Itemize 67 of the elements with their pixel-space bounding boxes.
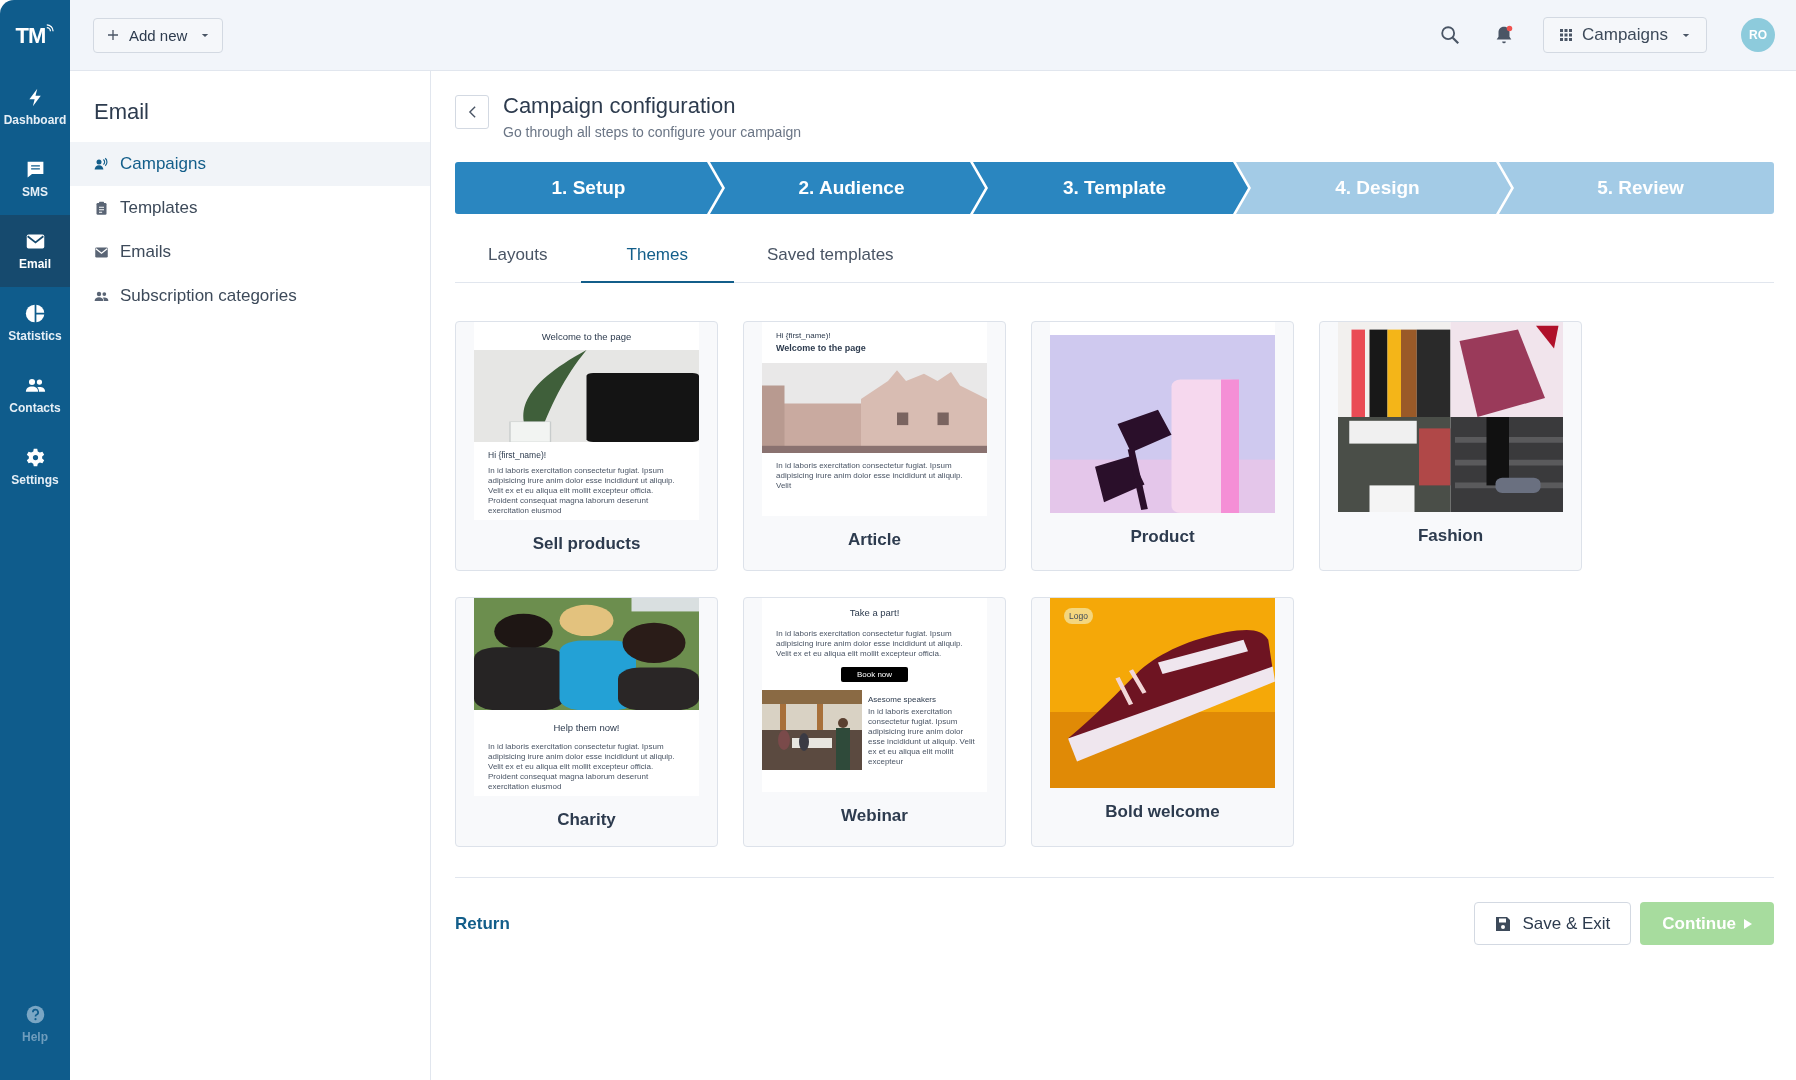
nav-item[interactable]: Dashboard (0, 71, 70, 143)
theme-name: Sell products (532, 534, 641, 554)
theme-name: Webinar (841, 806, 908, 826)
theme-card[interactable]: Logo Bold welcome (1031, 597, 1294, 847)
logo-badge: Logo (1064, 608, 1093, 624)
preview-heading: Take a part! (848, 606, 901, 620)
tab[interactable]: Saved templates (733, 230, 927, 283)
theme-card[interactable]: Hi {first_name)! Welcome to the page In id laboris exercitation consectetur fugiat. Ipsum adipisicing irure anim dolor esse incididunt ut aliquip. Velit Article (743, 321, 1006, 571)
step: 3. Template (973, 162, 1248, 214)
theme-card[interactable] (455, 597, 718, 847)
page-subtitle: Go through all steps to configure your campaign (503, 124, 802, 140)
nav-item[interactable]: Statistics (0, 287, 70, 359)
preview-paragraph: In id laboris exercitation consectetur fugiat. Ipsum adipisicing irure anim dolor esse incididunt ut aliquip. Velit ex et eu aliqua elit mollit excepteur officia. Proident consequat magna laborum deserunt exercitation eiusmod (487, 465, 676, 516)
campaign-icon (94, 156, 109, 172)
section-item[interactable]: Emails (70, 230, 430, 274)
preview-paragraph: In id laboris exercitation consectetur fugiat. Ipsum adipisicing irure anim dolor esse incididunt ut aliquip. Velit ex et eu aliqua elit mollit excepteur (868, 706, 976, 767)
preview-heading: Asesome speakers (868, 694, 938, 704)
search-icon[interactable] (1439, 24, 1461, 46)
preview-paragraph: In id laboris exercitation consectetur fugiat. Ipsum adipisicing irure anim dolor esse incididunt ut aliquip. Velit (775, 460, 964, 491)
add-new-button[interactable]: Add new (93, 17, 224, 53)
tab[interactable]: Layouts (455, 230, 581, 283)
grid-icon (1560, 29, 1572, 41)
preview-greeting: Hi {first_name)! (775, 330, 832, 342)
step: 2. Audience (710, 162, 985, 214)
theme-card[interactable]: Product (1031, 321, 1294, 571)
section-title: Email (94, 99, 150, 125)
save-icon (1495, 915, 1512, 932)
plus-icon (107, 29, 119, 41)
preview-greeting: Hi {first_name)! (487, 449, 548, 462)
preview-heading: Welcome to the page (540, 330, 633, 344)
theme-card[interactable] (743, 597, 1006, 847)
theme-name: Charity (557, 810, 616, 830)
theme-card[interactable] (455, 321, 718, 571)
chevron-left-icon (467, 105, 477, 119)
logo: TM (0, 0, 70, 71)
help-icon (24, 1004, 46, 1025)
step: 4. Design (1236, 162, 1511, 214)
preview-button: Book now (840, 667, 909, 682)
app-switcher[interactable]: Campaigns (1543, 17, 1707, 53)
tab[interactable]: Themes (580, 230, 734, 283)
theme-name: Product (1130, 527, 1195, 547)
preview-heading: Welcome to the page (775, 343, 867, 355)
play-icon (1744, 918, 1752, 929)
nav-item[interactable]: Email (0, 215, 70, 287)
theme-name: Article (848, 530, 901, 550)
gear-icon (24, 447, 46, 468)
preview-paragraph: In id laboris exercitation consectetur fugiat. Ipsum adipisicing irure anim dolor esse incididunt ut aliquip. Velit ex et eu aliqua elit mollit excepteur officia. Proident consequat magna laborum deserunt exercitation eiusmod (487, 741, 676, 792)
section-item[interactable]: Subscription categories (70, 274, 430, 318)
step: 5. Review (1499, 162, 1774, 214)
section-item[interactable]: Campaigns (70, 142, 430, 186)
page-title: Campaign configuration (503, 93, 737, 119)
theme-card[interactable]: Fashion (1319, 321, 1582, 571)
step: 1. Setup (455, 162, 722, 214)
section-item[interactable]: Templates (70, 186, 430, 230)
clipboard-icon (94, 200, 109, 216)
pie-icon (24, 303, 46, 324)
caret-icon (1682, 32, 1690, 38)
preview-paragraph: In id laboris exercitation consectetur fugiat. Ipsum adipisicing irure anim dolor esse incididunt ut aliquip. Velit ex et eu aliqua elit mollit excepteur officia. (775, 628, 964, 659)
caret-icon (201, 32, 210, 38)
theme-name: Fashion (1417, 526, 1484, 546)
theme-name: Bold welcome (1105, 802, 1220, 822)
nav-item[interactable]: Settings (0, 431, 70, 503)
preview-heading: Help them now! (552, 721, 621, 735)
return-link[interactable]: Return (455, 913, 510, 934)
save-exit-button[interactable]: Save & Exit (1474, 902, 1632, 945)
nav-item[interactable]: Contacts (0, 359, 70, 431)
nav-item[interactable]: SMS (0, 143, 70, 215)
